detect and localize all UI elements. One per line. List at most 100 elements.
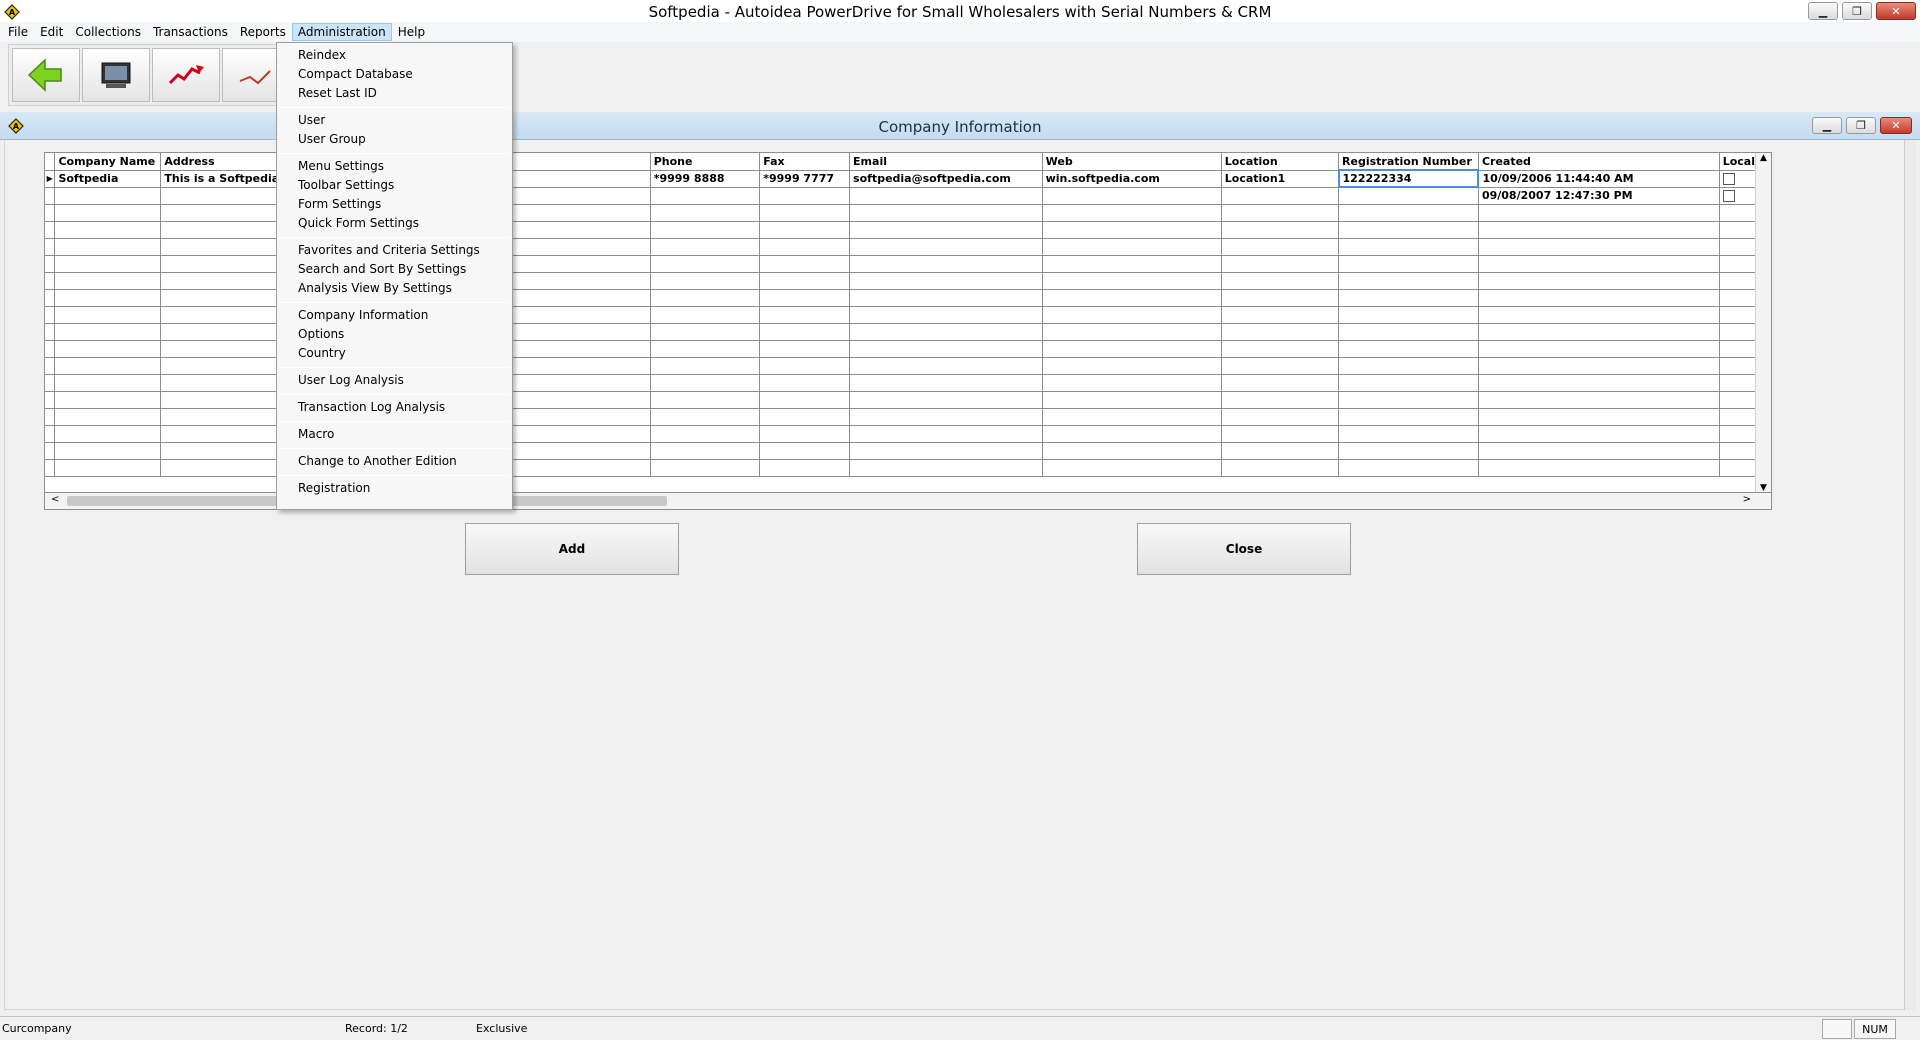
grid-cell[interactable]	[650, 425, 761, 443]
column-header[interactable]: Company Name	[54, 153, 162, 171]
grid-cell[interactable]	[54, 340, 162, 358]
grid-cell[interactable]	[1042, 187, 1222, 205]
grid-cell[interactable]	[650, 289, 761, 307]
grid-cell[interactable]	[1221, 306, 1340, 324]
grid-cell[interactable]	[849, 459, 1043, 477]
grid-cell[interactable]	[45, 425, 56, 443]
grid-cell[interactable]	[1338, 289, 1479, 307]
grid-cell[interactable]	[45, 323, 56, 341]
grid-cell[interactable]	[1478, 306, 1720, 324]
grid-cell[interactable]	[650, 255, 761, 273]
grid-cell[interactable]	[54, 391, 162, 409]
grid-cell[interactable]	[849, 357, 1043, 375]
local-checkbox[interactable]	[1722, 173, 1735, 185]
grid-cell[interactable]	[54, 408, 162, 426]
grid-cell[interactable]	[1338, 238, 1479, 256]
grid-cell[interactable]	[1338, 204, 1479, 222]
grid-cell[interactable]	[54, 442, 162, 460]
grid-cell[interactable]	[650, 374, 761, 392]
menu-item-menu-settings[interactable]: Menu Settings	[277, 157, 512, 176]
grid-cell[interactable]	[1042, 306, 1222, 324]
grid-cell[interactable]	[45, 272, 56, 290]
grid-cell[interactable]	[650, 442, 761, 460]
grid-cell-selected[interactable]: 122222334	[1337, 169, 1480, 188]
menu-item-user-log-analysis[interactable]: User Log Analysis	[277, 371, 512, 390]
grid-cell[interactable]	[1042, 272, 1222, 290]
grid-cell[interactable]	[1478, 408, 1720, 426]
grid-cell[interactable]	[1042, 204, 1222, 222]
grid-cell[interactable]	[1221, 221, 1340, 239]
column-header[interactable]: Created	[1478, 153, 1720, 171]
grid-cell[interactable]	[1221, 391, 1340, 409]
grid-cell[interactable]	[849, 187, 1043, 205]
grid-cell[interactable]	[54, 238, 162, 256]
grid-cell[interactable]	[1478, 391, 1720, 409]
menu-file[interactable]: File	[2, 23, 34, 41]
menu-edit[interactable]: Edit	[34, 23, 69, 41]
grid-cell[interactable]	[849, 255, 1043, 273]
grid-cell[interactable]	[45, 306, 56, 324]
grid-cell[interactable]	[1042, 391, 1222, 409]
grid-cell[interactable]	[759, 238, 851, 256]
toolbar-back-button[interactable]	[12, 48, 80, 102]
column-header[interactable]: Phone	[650, 153, 761, 171]
grid-cell[interactable]	[1338, 323, 1479, 341]
grid-cell[interactable]	[759, 374, 851, 392]
grid-cell[interactable]	[1221, 204, 1340, 222]
inner-close-button[interactable]: ✕	[1880, 117, 1912, 134]
grid-cell[interactable]	[54, 289, 162, 307]
grid-cell[interactable]	[759, 408, 851, 426]
menu-item-transaction-log-analysis[interactable]: Transaction Log Analysis	[277, 398, 512, 417]
scroll-up-icon[interactable]: ▲	[1756, 153, 1771, 163]
grid-cell[interactable]: 10/09/2006 11:44:40 AM	[1478, 170, 1720, 188]
grid-cell[interactable]	[759, 289, 851, 307]
grid-cell[interactable]	[45, 340, 56, 358]
grid-cell[interactable]	[1221, 459, 1340, 477]
menu-item-analysis-view-by-settings[interactable]: Analysis View By Settings	[277, 279, 512, 298]
grid-cell[interactable]	[54, 323, 162, 341]
grid-cell[interactable]	[1338, 425, 1479, 443]
grid-cell[interactable]	[1478, 238, 1720, 256]
grid-cell[interactable]	[1221, 374, 1340, 392]
grid-cell[interactable]: softpedia@softpedia.com	[849, 170, 1043, 188]
menu-administration[interactable]: Administration	[291, 23, 392, 41]
grid-cell[interactable]	[650, 408, 761, 426]
grid-cell[interactable]	[759, 459, 851, 477]
grid-cell[interactable]	[1221, 323, 1340, 341]
grid-cell[interactable]	[849, 391, 1043, 409]
grid-cell[interactable]	[759, 357, 851, 375]
grid-cell[interactable]	[650, 204, 761, 222]
inner-restore-button[interactable]: ❐	[1846, 117, 1876, 134]
menu-item-user[interactable]: User	[277, 111, 512, 130]
grid-cell[interactable]	[650, 221, 761, 239]
grid-cell[interactable]	[45, 289, 56, 307]
grid-cell[interactable]: *9999 8888	[650, 170, 761, 188]
minimize-button[interactable]: ▁	[1808, 2, 1838, 20]
close-button[interactable]: Close	[1137, 523, 1351, 575]
column-header[interactable]: Location	[1221, 153, 1340, 171]
grid-cell[interactable]	[1221, 255, 1340, 273]
grid-cell[interactable]	[54, 221, 162, 239]
grid-cell[interactable]: Softpedia	[54, 170, 162, 188]
grid-cell[interactable]	[1042, 340, 1222, 358]
grid-cell[interactable]	[1478, 272, 1720, 290]
grid-cell[interactable]	[54, 255, 162, 273]
grid-cell[interactable]	[1221, 442, 1340, 460]
grid-cell[interactable]	[45, 442, 56, 460]
grid-cell[interactable]	[650, 306, 761, 324]
menu-item-reset-last-id[interactable]: Reset Last ID	[277, 84, 512, 103]
grid-cell[interactable]	[1221, 289, 1340, 307]
menu-collections[interactable]: Collections	[69, 23, 147, 41]
grid-cell[interactable]	[45, 408, 56, 426]
grid-cell[interactable]: *9999 7777	[759, 170, 851, 188]
grid-cell[interactable]	[1221, 425, 1340, 443]
menu-transactions[interactable]: Transactions	[147, 23, 234, 41]
grid-cell[interactable]	[1478, 221, 1720, 239]
grid-cell[interactable]	[849, 221, 1043, 239]
grid-cell[interactable]	[1338, 357, 1479, 375]
menu-item-toolbar-settings[interactable]: Toolbar Settings	[277, 176, 512, 195]
grid-cell[interactable]	[1478, 357, 1720, 375]
grid-cell[interactable]	[1042, 357, 1222, 375]
grid-cell[interactable]	[650, 238, 761, 256]
menu-help[interactable]: Help	[392, 23, 431, 41]
